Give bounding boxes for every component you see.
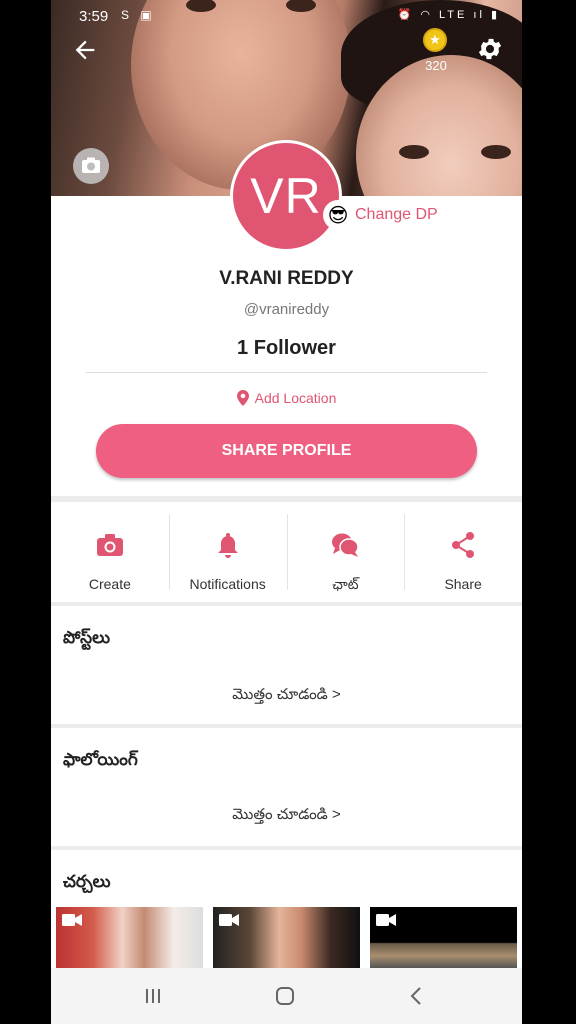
share-label: Share bbox=[444, 576, 482, 592]
video-camera-icon bbox=[376, 914, 396, 926]
following-section: ఫాలోయింగ్ మొత్తం చూడండి > bbox=[51, 728, 522, 846]
following-title: ఫాలోయింగ్ bbox=[63, 750, 138, 769]
status-time: 3:59 bbox=[79, 8, 109, 25]
profile-handle: @vranireddy bbox=[243, 301, 330, 318]
coin-icon[interactable]: ★ bbox=[423, 28, 447, 52]
chats-title: చర్చలు bbox=[63, 872, 111, 891]
camera-icon bbox=[82, 157, 100, 173]
chat-action[interactable]: ఛాట్ bbox=[286, 502, 405, 602]
coin-count: 320 bbox=[425, 58, 447, 73]
notifications-action[interactable]: Notifications bbox=[168, 502, 287, 602]
profile-screen: 3:59 S ▣ ⏰ ◠ LTE ıl ▮ ★ 320 VR 😎 Change … bbox=[51, 0, 522, 1024]
gear-icon[interactable] bbox=[476, 35, 504, 63]
notifications-label: Notifications bbox=[189, 576, 266, 592]
system-nav-bar bbox=[51, 968, 522, 1024]
add-location-link[interactable]: Add Location bbox=[51, 390, 522, 406]
camera-icon bbox=[96, 530, 124, 560]
change-cover-button[interactable] bbox=[73, 148, 109, 184]
create-label: Create bbox=[88, 576, 131, 592]
chat-video-thumbnail[interactable] bbox=[213, 907, 360, 968]
posts-section: పోస్ట్‌లు మొత్తం చూడండి > bbox=[51, 606, 522, 724]
back-icon[interactable] bbox=[405, 984, 429, 1008]
chats-section: చర్చలు bbox=[51, 850, 522, 968]
share-action[interactable]: Share bbox=[404, 502, 522, 602]
change-dp-button[interactable]: 😎 Change DP bbox=[323, 200, 438, 230]
avatar[interactable]: VR bbox=[230, 140, 342, 252]
posts-see-all-link[interactable]: మొత్తం చూడండి > bbox=[51, 686, 522, 707]
create-action[interactable]: Create bbox=[51, 502, 169, 602]
location-pin-icon bbox=[236, 390, 249, 406]
recent-apps-icon[interactable] bbox=[141, 984, 165, 1008]
chat-video-thumbnail[interactable] bbox=[56, 907, 203, 968]
status-bar: 3:59 S ▣ ⏰ ◠ LTE ıl ▮ bbox=[51, 0, 522, 32]
add-location-label: Add Location bbox=[254, 390, 337, 406]
chat-icon bbox=[331, 530, 360, 560]
home-icon[interactable] bbox=[273, 984, 297, 1008]
status-icons-left: S ▣ bbox=[121, 8, 156, 22]
chat-label: ఛాట్ bbox=[332, 576, 359, 592]
chat-thumbnails bbox=[56, 907, 517, 968]
action-row: Create Notifications ఛాట్ Share bbox=[51, 502, 522, 602]
chat-video-thumbnail[interactable] bbox=[370, 907, 517, 968]
followers-count[interactable]: 1 Follower bbox=[51, 337, 522, 360]
bell-icon bbox=[216, 530, 240, 560]
change-dp-label: Change DP bbox=[355, 206, 438, 223]
profile-name: V.RANI REDDY bbox=[219, 268, 354, 289]
status-icons-right: ⏰ ◠ LTE ıl ▮ bbox=[397, 9, 500, 21]
following-see-all-link[interactable]: మొత్తం చూడండి > bbox=[51, 806, 522, 827]
share-profile-button[interactable]: SHARE PROFILE bbox=[96, 424, 477, 478]
sunglasses-emoji-icon: 😎 bbox=[323, 200, 353, 230]
divider bbox=[86, 372, 487, 373]
back-arrow-icon[interactable] bbox=[71, 36, 99, 64]
video-camera-icon bbox=[62, 914, 82, 926]
share-icon bbox=[450, 530, 476, 560]
posts-title: పోస్ట్‌లు bbox=[63, 628, 111, 647]
video-camera-icon bbox=[219, 914, 239, 926]
